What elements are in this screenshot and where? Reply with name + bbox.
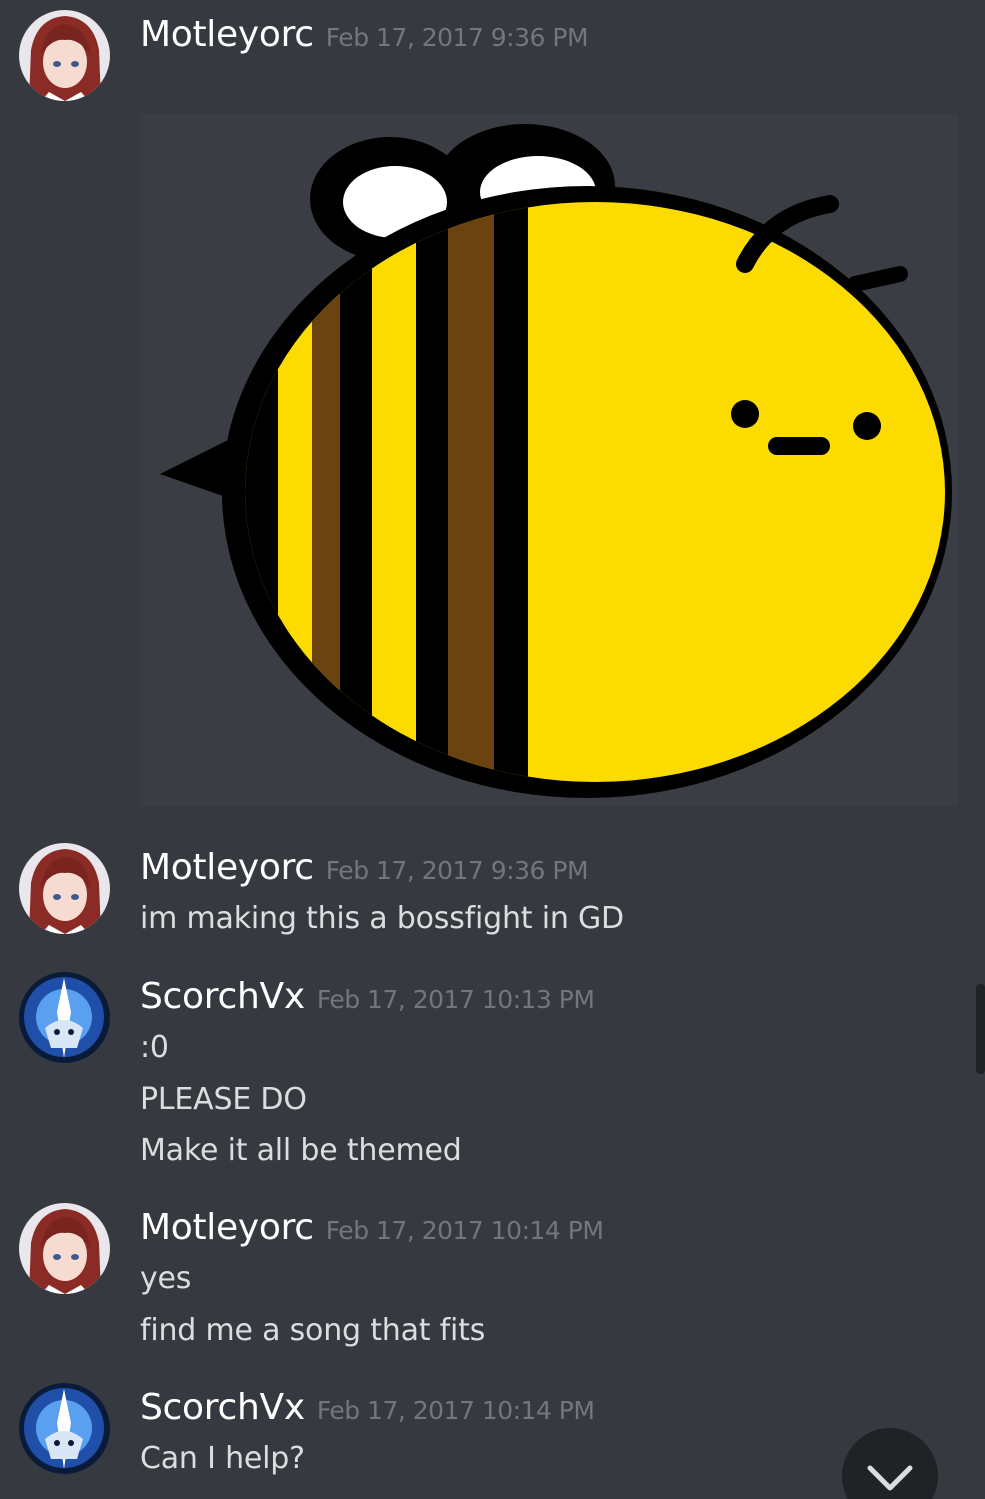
scrollbar-thumb[interactable]: [976, 984, 985, 1074]
author-name[interactable]: Motleyorc: [140, 1207, 314, 1248]
anime-girl-avatar-icon: [19, 10, 110, 101]
blue-knight-avatar-icon: [19, 1383, 110, 1474]
message-text: :0: [140, 1030, 169, 1065]
image-attachment[interactable]: [140, 114, 958, 806]
message-text: find me a song that fits: [140, 1313, 486, 1348]
author-name[interactable]: ScorchVx: [140, 976, 305, 1017]
message-timestamp: Feb 17, 2017 9:36 PM: [325, 23, 589, 52]
message-timestamp: Feb 17, 2017 10:13 PM: [316, 985, 595, 1014]
user-avatar[interactable]: [19, 843, 110, 934]
bee-drawing-icon: [140, 114, 958, 806]
user-avatar[interactable]: [19, 1383, 110, 1474]
user-avatar[interactable]: [19, 1203, 110, 1294]
jump-to-bottom-button[interactable]: [842, 1428, 938, 1499]
message-header: ScorchVx Feb 17, 2017 10:14 PM: [140, 1387, 595, 1428]
user-avatar[interactable]: [19, 10, 110, 101]
message-text: PLEASE DO: [140, 1082, 307, 1117]
message-header: Motleyorc Feb 17, 2017 9:36 PM: [140, 847, 589, 888]
author-name[interactable]: ScorchVx: [140, 1387, 305, 1428]
user-avatar[interactable]: [19, 972, 110, 1063]
message-text: Make it all be themed: [140, 1133, 462, 1168]
message-header: ScorchVx Feb 17, 2017 10:13 PM: [140, 976, 595, 1017]
blue-knight-avatar-icon: [19, 972, 110, 1063]
chevron-down-icon: [867, 1465, 913, 1491]
message-text: yes: [140, 1261, 192, 1296]
message-text: im making this a bossfight in GD: [140, 901, 624, 936]
author-name[interactable]: Motleyorc: [140, 847, 314, 888]
message-timestamp: Feb 17, 2017 10:14 PM: [325, 1216, 604, 1245]
chat-view: Motleyorc Feb 17, 2017 9:36 PM Motleyorc…: [0, 0, 985, 1499]
message-header: Motleyorc Feb 17, 2017 9:36 PM: [140, 14, 589, 55]
author-name[interactable]: Motleyorc: [140, 14, 314, 55]
message-header: Motleyorc Feb 17, 2017 10:14 PM: [140, 1207, 604, 1248]
message-text: Can I help?: [140, 1441, 305, 1476]
message-timestamp: Feb 17, 2017 10:14 PM: [316, 1396, 595, 1425]
anime-girl-avatar-icon: [19, 1203, 110, 1294]
message-timestamp: Feb 17, 2017 9:36 PM: [325, 856, 589, 885]
anime-girl-avatar-icon: [19, 843, 110, 934]
